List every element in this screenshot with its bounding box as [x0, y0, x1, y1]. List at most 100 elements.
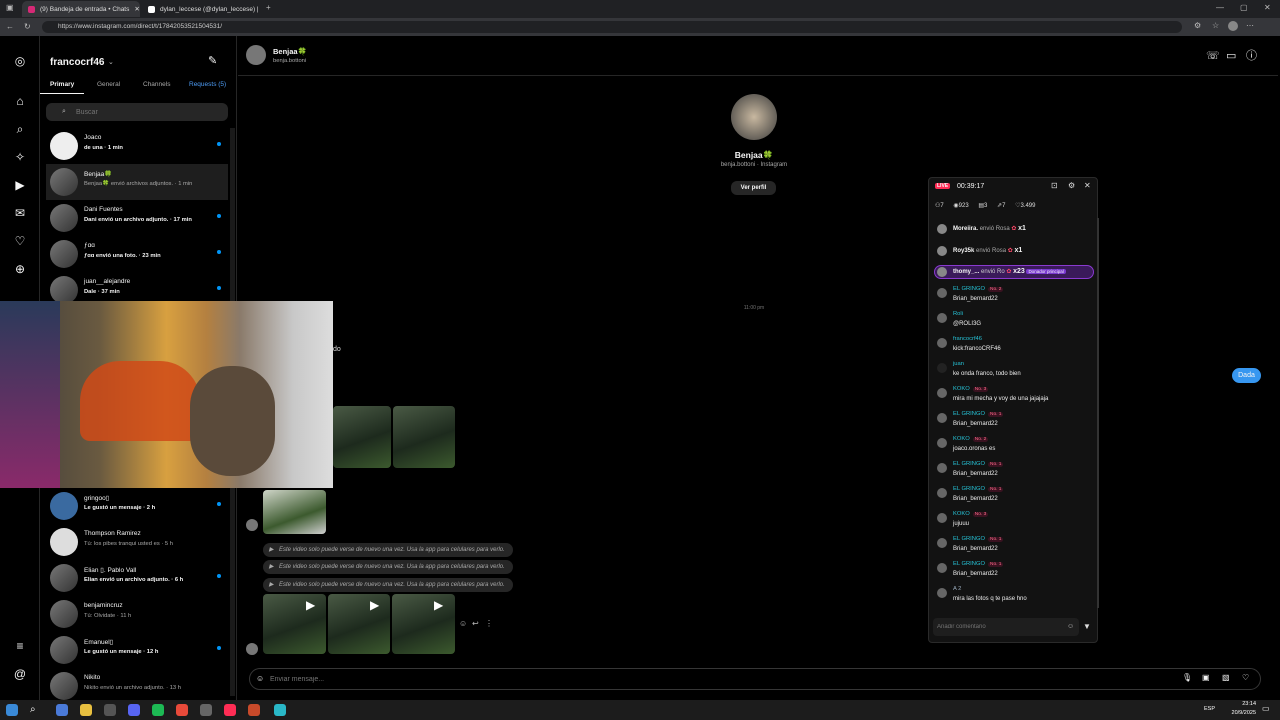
messages-icon[interactable]: ✉: [12, 205, 28, 221]
photo-attachment[interactable]: [393, 406, 455, 468]
more-icon[interactable]: ⋯: [1246, 22, 1254, 30]
app-icon[interactable]: [248, 704, 260, 716]
obs-icon[interactable]: [104, 704, 116, 716]
photo-attachment[interactable]: [333, 406, 391, 468]
search-input[interactable]: [76, 106, 216, 118]
play-icon: ▶: [269, 582, 274, 588]
avatar[interactable]: [246, 45, 266, 65]
tab-primary[interactable]: Primary: [50, 81, 74, 88]
thread-item[interactable]: ƒɑɑ ƒɑɑ envió una foto. · 23 min: [46, 236, 228, 272]
chevron-down-icon[interactable]: ⌄: [108, 59, 114, 66]
video-attachment[interactable]: ▶: [263, 594, 326, 654]
edge-icon[interactable]: [274, 704, 286, 716]
thread-item[interactable]: benjamincruz Tú: Olvidate · 11 h: [46, 596, 228, 632]
notifications-icon[interactable]: ♡: [12, 233, 28, 249]
more-options-icon[interactable]: ⋮: [485, 620, 493, 628]
unread-dot: [217, 250, 221, 254]
profile-avatar[interactable]: [731, 94, 777, 140]
compose-icon[interactable]: ✎: [208, 56, 217, 67]
reload-icon[interactable]: ↻: [24, 23, 31, 31]
react-icon[interactable]: ☺: [459, 620, 467, 628]
clock-time[interactable]: 23:14: [1222, 701, 1256, 707]
lock-icon[interactable]: ⊡: [1051, 182, 1058, 190]
thread-item[interactable]: gringoo▯ Le gustó un mensaje · 2 h: [46, 488, 228, 524]
message-input[interactable]: [270, 673, 1150, 685]
new-tab-icon[interactable]: +: [266, 4, 271, 12]
search-box[interactable]: ⌕: [46, 103, 228, 121]
minimize-icon[interactable]: —: [1216, 4, 1224, 12]
reply-icon[interactable]: ↩: [472, 620, 479, 628]
heart-icon[interactable]: ♡: [1242, 674, 1249, 682]
tab-inbox[interactable]: (9) Bandeja de entrada • Chats ✕: [22, 1, 140, 17]
microphone-icon[interactable]: 🎙: [1182, 674, 1192, 682]
tab-requests[interactable]: Requests (5): [189, 81, 226, 88]
discord-icon[interactable]: [128, 704, 140, 716]
outgoing-message[interactable]: Dada: [1232, 368, 1261, 383]
thread-item[interactable]: Dani Fuentes Dani envió un archivo adjun…: [46, 200, 228, 236]
start-icon[interactable]: [6, 704, 18, 716]
thread-item[interactable]: Elian ▯. Pablo Vall Elian envió un archi…: [46, 560, 228, 596]
chrome-icon[interactable]: [176, 704, 188, 716]
filter-icon[interactable]: ▼: [1083, 623, 1091, 631]
file-explorer-icon[interactable]: [80, 704, 92, 716]
tab-channels[interactable]: Channels: [143, 81, 170, 88]
spotify-icon[interactable]: [152, 704, 164, 716]
thread-item[interactable]: Joaco de una · 1 min: [46, 128, 228, 164]
thread-item[interactable]: Emanuel▯ Le gustó un mensaje · 12 h: [46, 632, 228, 668]
tiktok-live-icon[interactable]: [224, 704, 236, 716]
favorites-icon[interactable]: ☆: [1212, 22, 1219, 30]
back-icon[interactable]: ←: [6, 23, 14, 31]
copilot-icon[interactable]: [56, 704, 68, 716]
play-icon: ▶: [269, 547, 274, 553]
search-icon[interactable]: ⌕: [12, 121, 28, 137]
settings-icon[interactable]: ⚙: [1068, 182, 1075, 190]
notification-icon[interactable]: ▭: [1262, 705, 1270, 713]
app-icon[interactable]: [200, 704, 212, 716]
maximize-icon[interactable]: ▢: [1240, 4, 1248, 12]
url-input[interactable]: https://www.instagram.com/direct/t/17842…: [42, 21, 1182, 33]
info-icon[interactable]: ⓘ: [1246, 51, 1257, 62]
chat-scrollbar[interactable]: [1097, 218, 1099, 608]
comment-input[interactable]: [937, 621, 1062, 633]
reels-icon[interactable]: ▶: [12, 177, 28, 193]
sticker-icon[interactable]: ▧: [1222, 674, 1230, 682]
inbox-username[interactable]: francocrf46: [50, 57, 104, 68]
instagram-logo-icon[interactable]: ◎: [12, 53, 28, 69]
close-icon[interactable]: ✕: [134, 5, 139, 13]
window-close-icon[interactable]: ✕: [1264, 4, 1271, 12]
language-indicator[interactable]: ESP: [1204, 706, 1215, 712]
create-icon[interactable]: ⊕: [12, 261, 28, 277]
profile-avatar[interactable]: [1228, 21, 1238, 31]
rose-icon: ✿: [1006, 269, 1012, 275]
explore-icon[interactable]: ✧: [12, 149, 28, 165]
image-icon[interactable]: ▣: [1202, 674, 1210, 682]
phone-icon[interactable]: ☏: [1206, 51, 1220, 62]
threads-icon[interactable]: @: [12, 666, 28, 682]
thread-item[interactable]: Nikito Nikito envió un archivo adjunto. …: [46, 668, 228, 704]
clock-date[interactable]: 20/9/2025: [1222, 710, 1256, 716]
tab-actions-icon[interactable]: ▣: [6, 4, 14, 12]
search-icon[interactable]: ⌕: [30, 704, 42, 716]
tab-profile[interactable]: dylan_leccese (@dylan_leccese) | ✕: [142, 1, 260, 17]
extensions-icon[interactable]: ⚙: [1194, 22, 1201, 30]
thread-item-selected[interactable]: Benjaa🍀 Benjaa🍀 envió archivos adjuntos.…: [46, 164, 228, 200]
video-attachment[interactable]: ▶: [328, 594, 390, 654]
chat-comment: EL GRINGO No. 1 Brian_bernard22: [935, 461, 1095, 486]
thread-preview: Benjaa🍀 envió archivos adjuntos. · 1 min: [84, 181, 193, 187]
video-attachment[interactable]: ▶: [392, 594, 455, 654]
avatar: [937, 224, 947, 234]
thread-item[interactable]: Thompson Ramirez Tú: los pibes tranqui u…: [46, 524, 228, 560]
emoji-icon[interactable]: ☺: [256, 675, 264, 683]
emoji-icon[interactable]: ☺: [1067, 623, 1074, 630]
home-icon[interactable]: ⌂: [12, 93, 28, 109]
gift-text: envió Rosa: [976, 248, 1007, 254]
menu-icon[interactable]: ≡: [12, 638, 28, 654]
view-profile-button[interactable]: Ver perfil: [731, 181, 776, 195]
video-call-icon[interactable]: ▭: [1226, 51, 1236, 62]
close-icon[interactable]: ✕: [1084, 182, 1091, 190]
unread-dot: [217, 574, 221, 578]
header-name[interactable]: Benjaa🍀: [273, 47, 307, 56]
avatar: [937, 538, 947, 548]
tab-general[interactable]: General: [97, 81, 120, 88]
photo-attachment[interactable]: [263, 490, 326, 534]
